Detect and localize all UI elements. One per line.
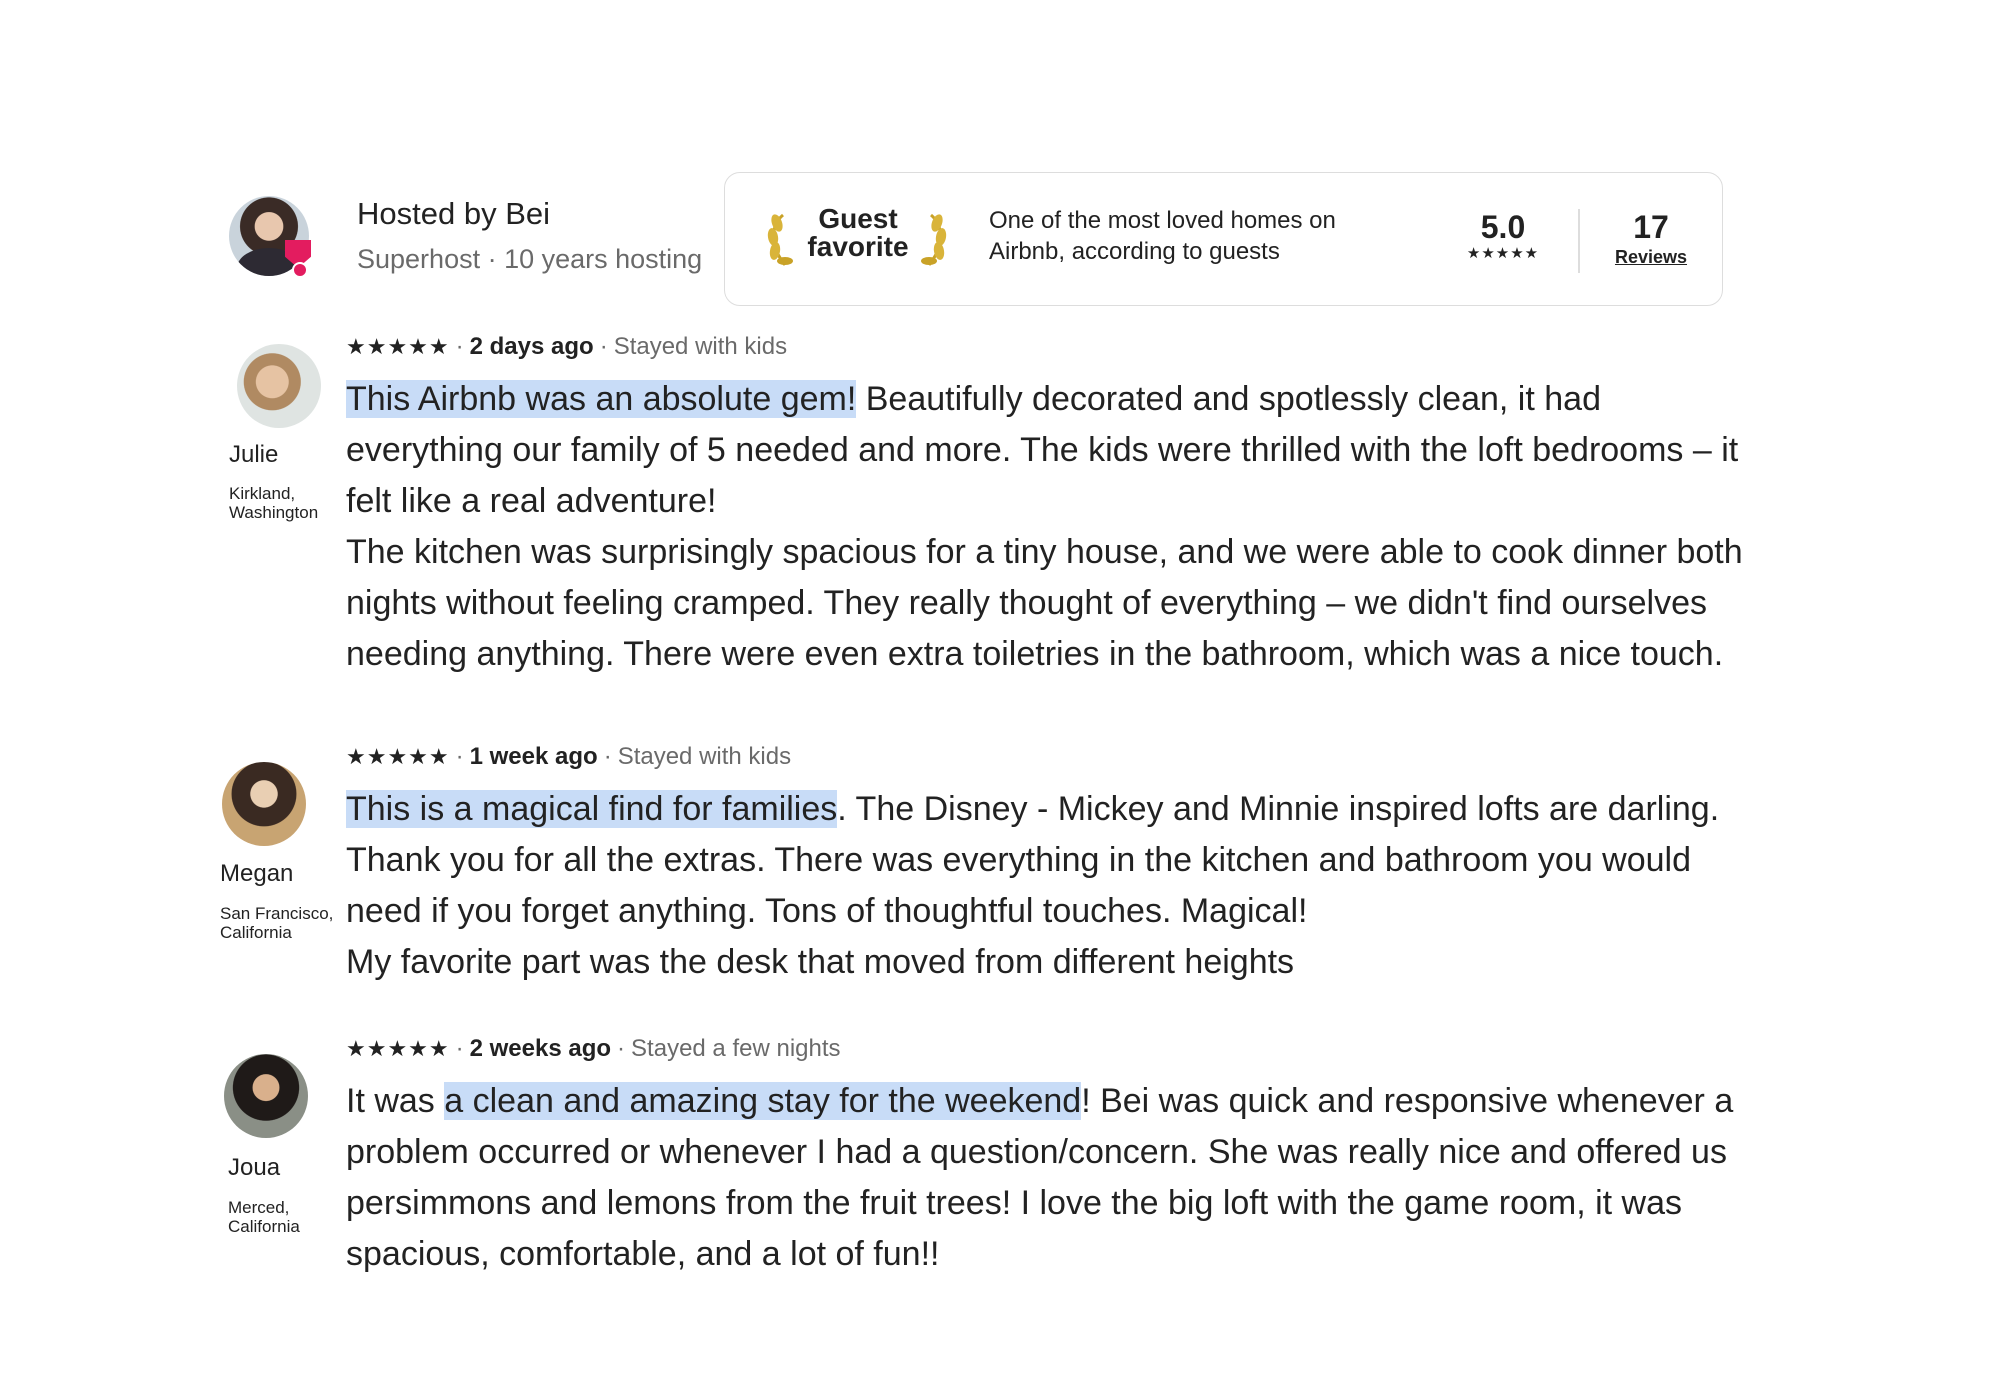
reviews-link[interactable]: Reviews xyxy=(1591,245,1711,269)
reviewer-location: Merced, California xyxy=(228,1198,300,1236)
reviewer-avatar[interactable] xyxy=(237,344,321,428)
guest-favorite-card: Guest favorite One of the most loved hom… xyxy=(724,172,1723,306)
overall-rating-stars-icon: ★★★★★ xyxy=(1466,245,1540,262)
review-date: 2 weeks ago xyxy=(469,1035,612,1062)
review-date: 1 week ago xyxy=(469,743,598,770)
host-name: Hosted by Bei xyxy=(357,196,550,231)
guest-favorite-description: One of the most loved homes on Airbnb, a… xyxy=(989,207,1336,265)
host-subtitle: Superhost · 10 years hosting xyxy=(357,244,703,274)
overall-rating-value: 5.0 xyxy=(1480,209,1526,245)
review-stars-icon: ★★★★★ xyxy=(346,334,450,359)
review-text: This Airbnb was an absolute gem! Beautif… xyxy=(346,374,1746,680)
review-highlight: This Airbnb was an absolute gem! xyxy=(346,380,857,418)
reviewer-location: San Francisco, California xyxy=(220,904,334,942)
review-text-prefix: It was xyxy=(346,1082,445,1120)
review-meta: ★★★★★ · 1 week ago · Stayed with kids xyxy=(346,743,792,770)
review-count: 17 Reviews xyxy=(1591,209,1711,269)
laurel-left-icon xyxy=(767,213,793,266)
review-meta: ★★★★★ · 2 days ago · Stayed with kids xyxy=(346,333,788,360)
reviewer-name[interactable]: Julie xyxy=(229,441,278,469)
review-date: 2 days ago xyxy=(469,333,594,360)
reviewer-name[interactable]: Joua xyxy=(228,1154,280,1182)
reviewer-location: Kirkland, Washington xyxy=(229,484,319,522)
review-trip-type: Stayed a few nights xyxy=(631,1035,841,1062)
review-text-part-2: The kitchen was surprisingly spacious fo… xyxy=(346,533,1743,673)
review-meta: ★★★★★ · 2 weeks ago · Stayed a few nights xyxy=(346,1035,841,1062)
review-count-value: 17 xyxy=(1633,209,1669,245)
review-highlight: This is a magical find for families xyxy=(346,790,838,828)
review-text: It was a clean and amazing stay for the … xyxy=(346,1076,1766,1280)
review-text: This is a magical find for families. The… xyxy=(346,784,1746,988)
guest-favorite-label-line1: Guest xyxy=(818,203,898,234)
reviewer-name[interactable]: Megan xyxy=(220,860,293,888)
overall-rating: 5.0 ★★★★★ xyxy=(1443,209,1563,263)
review-text-part-2: My favorite part was the desk that moved… xyxy=(346,943,1295,981)
guest-favorite-label-line2: favorite xyxy=(807,231,909,262)
review-stars-icon: ★★★★★ xyxy=(346,744,450,769)
review-stars-icon: ★★★★★ xyxy=(346,1036,450,1061)
card-divider xyxy=(1578,209,1580,273)
review-trip-type: Stayed with kids xyxy=(613,333,788,360)
guest-favorite-label: Guest favorite xyxy=(795,205,921,261)
laurel-right-icon xyxy=(921,213,947,266)
superhost-dot-icon xyxy=(292,262,308,278)
reviewer-avatar[interactable] xyxy=(224,1054,308,1138)
reviewer-avatar[interactable] xyxy=(222,762,306,846)
review-trip-type: Stayed with kids xyxy=(617,743,792,770)
review-highlight: a clean and amazing stay for the weekend xyxy=(444,1082,1082,1120)
